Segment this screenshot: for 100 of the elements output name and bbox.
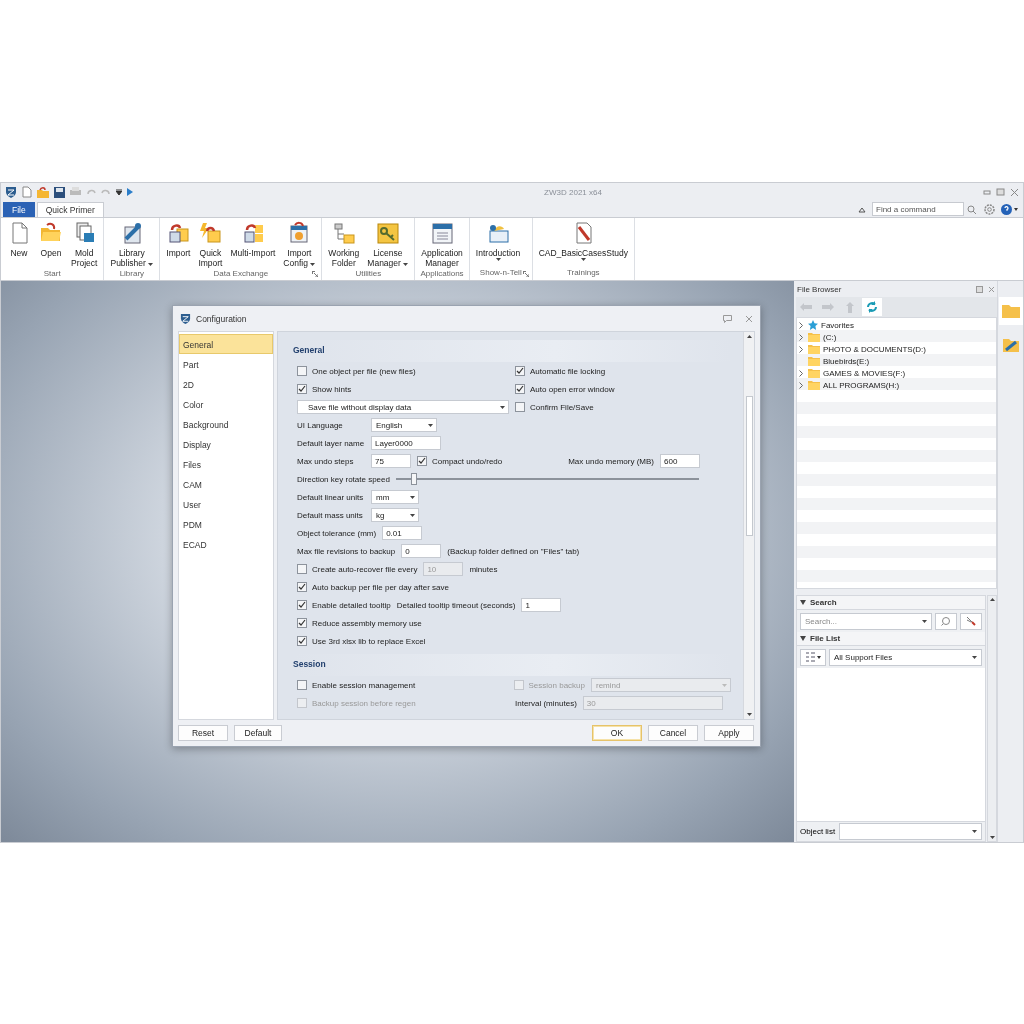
dialog-launcher-icon[interactable]	[312, 271, 319, 277]
category-item[interactable]: ECAD	[179, 534, 273, 554]
ribbon-button[interactable]: License Manager	[363, 220, 413, 269]
pliers-icon[interactable]	[960, 612, 982, 630]
restore-icon[interactable]	[996, 188, 1005, 196]
print-icon[interactable]	[70, 187, 81, 197]
category-item[interactable]: Background	[179, 414, 273, 434]
text-field[interactable]: 0.01	[382, 526, 423, 540]
text-field[interactable]: 0	[401, 544, 442, 558]
section-header[interactable]: File List	[797, 632, 985, 646]
checkbox[interactable]	[297, 680, 307, 690]
dialog-button[interactable]: OK	[592, 725, 642, 741]
dropdown[interactable]: kg	[371, 508, 419, 522]
text-field[interactable]: 600	[660, 454, 700, 468]
ribbon-button[interactable]: Mold Project	[67, 220, 102, 269]
dropdown[interactable]: mm	[371, 490, 419, 504]
category-item[interactable]: PDM	[179, 514, 273, 534]
object-list-dropdown[interactable]	[839, 823, 982, 840]
dialog-button[interactable]: Apply	[704, 725, 754, 741]
checkbox[interactable]	[297, 618, 307, 628]
category-item[interactable]: Display	[179, 434, 273, 454]
dialog-button[interactable]: Cancel	[648, 725, 698, 741]
category-item[interactable]: User	[179, 494, 273, 514]
checkbox[interactable]	[297, 366, 307, 376]
new-file-icon[interactable]	[22, 186, 32, 198]
scroll-up-icon[interactable]	[989, 598, 995, 601]
comment-icon[interactable]	[723, 314, 732, 323]
ribbon-tab[interactable]: File	[3, 202, 35, 217]
slider-thumb[interactable]	[411, 473, 418, 485]
help-icon[interactable]	[1001, 204, 1019, 215]
checkbox[interactable]	[515, 366, 525, 376]
ribbon-button[interactable]: Import	[162, 220, 195, 269]
file-type-dropdown[interactable]: All Support Files	[829, 648, 982, 666]
ribbon-button[interactable]: Quick Import	[194, 220, 227, 269]
ribbon-button[interactable]: Open	[35, 220, 67, 269]
category-item[interactable]: Color	[179, 394, 273, 414]
ribbon-button[interactable]: Library Publisher	[106, 220, 158, 269]
category-item[interactable]: Files	[179, 454, 273, 474]
tree-item[interactable]: GAMES & MOVIES(F:)	[797, 367, 996, 379]
text-field[interactable]: 1	[521, 598, 562, 612]
customize-icon[interactable]	[116, 189, 122, 195]
category-item[interactable]: General	[179, 334, 273, 354]
search-field[interactable]: Find a command	[872, 202, 964, 216]
open-folder-icon[interactable]	[37, 186, 49, 198]
scroll-up-icon[interactable]	[746, 335, 752, 338]
checkbox[interactable]	[297, 600, 307, 610]
ribbon-button[interactable]: Working Folder	[324, 220, 364, 269]
ribbon-button[interactable]: Import Config	[279, 220, 320, 269]
text-field[interactable]: 75	[371, 454, 411, 468]
refresh-icon[interactable]	[862, 298, 882, 316]
category-item[interactable]: 2D	[179, 374, 273, 394]
checkbox[interactable]	[515, 384, 525, 394]
close-icon[interactable]	[1010, 187, 1019, 197]
checkbox[interactable]	[297, 636, 307, 646]
ribbon-button[interactable]: New	[3, 220, 35, 269]
dialog-button[interactable]: Default	[234, 725, 282, 741]
close-icon[interactable]	[988, 285, 995, 293]
ribbon-button[interactable]: Introduction	[471, 220, 525, 268]
settings-icon[interactable]	[984, 204, 995, 215]
scroll-down-icon[interactable]	[989, 836, 995, 839]
checkbox[interactable]	[297, 384, 307, 394]
dialog-button[interactable]: Reset	[178, 725, 228, 741]
checkbox[interactable]	[297, 582, 307, 592]
play-icon[interactable]	[127, 188, 133, 196]
redo-icon[interactable]	[101, 188, 111, 196]
checkbox[interactable]	[515, 402, 525, 412]
minimize-icon[interactable]	[983, 189, 991, 195]
search-icon[interactable]	[935, 612, 957, 630]
tree-item[interactable]: Favorites	[797, 319, 996, 331]
close-icon[interactable]	[745, 314, 753, 323]
tree-item[interactable]: Bluebirds(E:)	[797, 355, 996, 367]
section-header[interactable]: Search	[797, 596, 985, 610]
ribbon-tab[interactable]: Quick Primer	[36, 202, 104, 217]
app-logo-icon[interactable]	[5, 186, 17, 198]
search-icon[interactable]	[967, 204, 976, 214]
tree-item[interactable]: PHOTO & DOCUMENTS(D:)	[797, 343, 996, 355]
search-field[interactable]: Search...	[800, 612, 932, 630]
checkbox[interactable]	[417, 456, 427, 466]
pin-icon[interactable]	[976, 285, 983, 293]
scroll-down-icon[interactable]	[746, 713, 752, 716]
undo-icon[interactable]	[86, 188, 96, 196]
dialog-launcher-icon[interactable]	[522, 271, 529, 277]
tree-item[interactable]: (C:)	[797, 331, 996, 343]
scrollbar[interactable]	[987, 595, 997, 842]
dropdown[interactable]: Save file without display data	[297, 400, 509, 414]
save-icon[interactable]	[54, 186, 65, 198]
ribbon-button[interactable]: CAD_BasicCasesStudy	[534, 220, 632, 268]
checkbox[interactable]	[297, 564, 307, 574]
field-label: Detailed tooltip timeout (seconds)	[396, 600, 516, 610]
dropdown[interactable]: English	[371, 418, 437, 432]
ribbon-button[interactable]: Multi-Import	[226, 220, 280, 269]
scroll-thumb[interactable]	[745, 395, 753, 536]
category-item[interactable]: Part	[179, 354, 273, 374]
view-mode-icon[interactable]	[800, 648, 826, 666]
collapse-ribbon-icon[interactable]	[858, 207, 866, 213]
category-item[interactable]: CAM	[179, 474, 273, 494]
scrollbar[interactable]	[743, 332, 754, 719]
tree-item[interactable]: ALL PROGRAMS(H:)	[797, 379, 996, 391]
ribbon-button[interactable]: Application Manager	[417, 220, 467, 269]
text-field[interactable]: Layer0000	[371, 436, 441, 450]
